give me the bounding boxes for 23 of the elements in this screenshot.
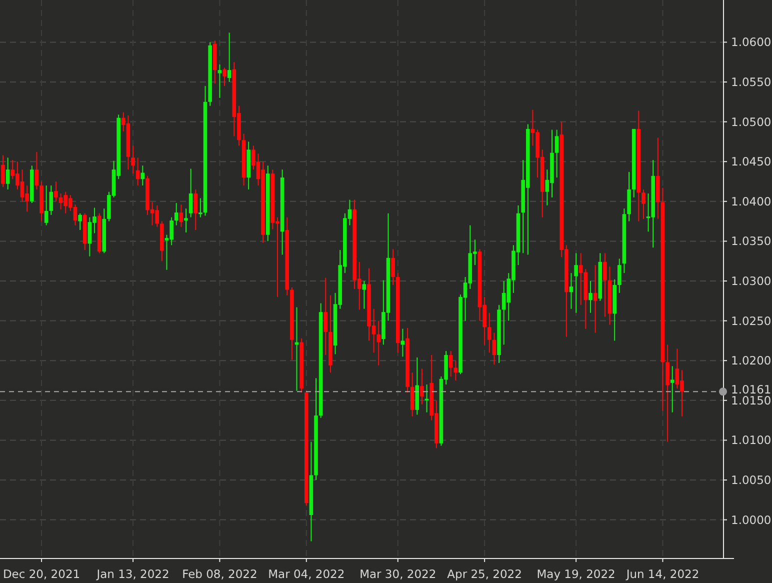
y-tick-label: 1.0500	[731, 114, 772, 129]
y-tick-label: 1.0300	[731, 274, 772, 288]
y-tick-label: 1.0550	[731, 75, 772, 89]
x-tick-label: Feb 08, 2022	[182, 567, 258, 581]
candlestick	[184, 208, 188, 232]
candlestick	[198, 198, 202, 218]
price-marker-icon	[719, 388, 727, 396]
x-tick-label: Jan 13, 2022	[96, 567, 170, 581]
y-tick-label: 1.0100	[731, 433, 772, 448]
x-tick-label: Mar 30, 2022	[360, 567, 436, 581]
x-tick-label: May 19, 2022	[536, 567, 616, 581]
y-tick-label: 1.0200	[731, 354, 772, 368]
y-tick-label: 1.0450	[731, 154, 772, 169]
y-tick-label: 1.0350	[731, 234, 772, 248]
y-tick-label: 1.0050	[731, 473, 772, 487]
x-tick-label: Jun 14, 2022	[626, 567, 700, 581]
y-tick-label: 1.0000	[731, 512, 772, 527]
x-tick-label: Apr 25, 2022	[447, 567, 522, 581]
y-tick-label: 1.0600	[731, 35, 772, 50]
x-tick-label: Dec 20, 2021	[2, 567, 80, 581]
x-tick-label: Mar 04, 2022	[268, 567, 345, 581]
y-tick-label: 1.0400	[731, 194, 772, 208]
y-tick-label: 1.0250	[731, 314, 772, 328]
